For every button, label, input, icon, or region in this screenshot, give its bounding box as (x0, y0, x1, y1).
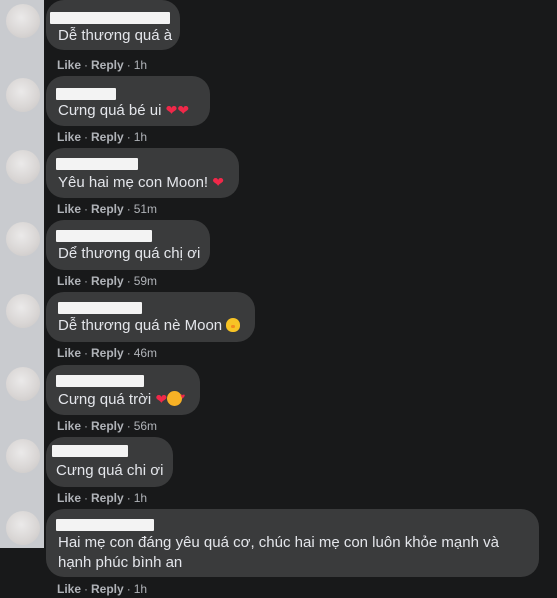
avatar[interactable] (6, 511, 40, 545)
avatar[interactable] (6, 4, 40, 38)
avatar[interactable] (6, 78, 40, 112)
reply-button[interactable]: Reply (91, 419, 124, 433)
comment-bubble: Dễ thương quá nè Moon (46, 292, 255, 342)
comment-text: Yêu hai mẹ con Moon! ❤ (58, 172, 224, 193)
comment-timestamp[interactable]: 51m (134, 202, 157, 216)
like-button[interactable]: Like (57, 202, 81, 216)
separator: · (84, 582, 89, 596)
separator: · (126, 346, 131, 360)
heart-emoji-icon: ❤❤ (165, 102, 190, 118)
separator: · (84, 130, 89, 144)
avatar[interactable] (6, 294, 40, 328)
comment-actions: Like · Reply · 1h (57, 130, 147, 144)
comment-text-line-2: hạnh phúc bình an (58, 554, 183, 571)
reply-button[interactable]: Reply (91, 346, 124, 360)
comment-timestamp[interactable]: 1h (134, 582, 147, 596)
like-button[interactable]: Like (57, 346, 81, 360)
redacted-author-name[interactable] (58, 302, 142, 314)
comment-bubble: Hai mẹ con đáng yêu quá cơ, chúc hai mẹ … (46, 509, 539, 577)
comment-timestamp[interactable]: 1h (134, 58, 147, 72)
separator: · (84, 202, 89, 216)
like-button[interactable]: Like (57, 274, 81, 288)
separator: · (84, 491, 89, 505)
comment-timestamp[interactable]: 56m (134, 419, 157, 433)
reply-button[interactable]: Reply (91, 202, 124, 216)
comment-text-content: Dễ thương quá nè Moon (58, 317, 223, 334)
separator: · (84, 58, 89, 72)
comment-text-line-1: Hai mẹ con đáng yêu quá cơ, chúc hai mẹ … (58, 534, 499, 551)
comment-actions: Like · Reply · 46m (57, 346, 157, 360)
redacted-author-name[interactable] (52, 445, 128, 457)
comment-text: Cưng quá bé ui ❤❤ (58, 100, 189, 121)
avatar[interactable] (6, 222, 40, 256)
comment-timestamp[interactable]: 59m (134, 274, 157, 288)
heart-emoji-icon: ❤ (155, 391, 168, 407)
comment-timestamp[interactable]: 1h (134, 491, 147, 505)
comment-actions: Like · Reply · 1h (57, 491, 147, 505)
comment-text: Dể thương quá chị ơi (58, 245, 201, 262)
reply-button[interactable]: Reply (91, 582, 124, 596)
comment-bubble: Dễ thương quá à (46, 0, 180, 50)
reply-button[interactable]: Reply (91, 130, 124, 144)
comment-actions: Like · Reply · 59m (57, 274, 157, 288)
separator: · (126, 58, 131, 72)
like-button[interactable]: Like (57, 491, 81, 505)
comment-text: Cưng quá chi ơi (56, 462, 164, 479)
comment-bubble: Cưng quá trời ❤ (46, 365, 200, 415)
comment-text-content: Cưng quá bé ui (58, 102, 162, 119)
redacted-author-name[interactable] (56, 375, 144, 387)
separator: · (126, 274, 131, 288)
redacted-author-name[interactable] (56, 230, 152, 242)
redacted-author-name[interactable] (56, 519, 154, 531)
redacted-author-name[interactable] (56, 158, 138, 170)
comment-timestamp[interactable]: 46m (134, 346, 157, 360)
comment-actions: Like · Reply · 51m (57, 202, 157, 216)
like-button[interactable]: Like (57, 58, 81, 72)
separator: · (84, 346, 89, 360)
redacted-author-name[interactable] (50, 12, 170, 24)
separator: · (84, 419, 89, 433)
comment-actions: Like · Reply · 56m (57, 419, 157, 433)
avatar[interactable] (6, 367, 40, 401)
chick-emoji-icon (226, 318, 241, 332)
separator: · (126, 491, 131, 505)
separator: · (126, 202, 131, 216)
like-button[interactable]: Like (57, 130, 81, 144)
comment-bubble: Dể thương quá chị ơi (46, 220, 210, 270)
comment-text: Dễ thương quá à (58, 27, 173, 44)
heart-emoji-icon: ❤ (212, 174, 224, 190)
reply-button[interactable]: Reply (91, 58, 124, 72)
comment-bubble: Cưng quá chi ơi (46, 437, 173, 487)
reply-button[interactable]: Reply (91, 491, 124, 505)
comment-actions: Like · Reply · 1h (57, 58, 147, 72)
kiss-emoji-icon (167, 387, 185, 407)
avatar[interactable] (6, 150, 40, 184)
avatar[interactable] (6, 439, 40, 473)
like-button[interactable]: Like (57, 582, 81, 596)
redacted-author-name[interactable] (56, 88, 116, 100)
comment-bubble: Cưng quá bé ui ❤❤ (46, 76, 210, 126)
comment-actions: Like · Reply · 1h (57, 582, 147, 596)
comment-text: Cưng quá trời ❤ (58, 387, 185, 410)
separator: · (126, 582, 131, 596)
separator: · (126, 130, 131, 144)
reply-button[interactable]: Reply (91, 274, 124, 288)
like-button[interactable]: Like (57, 419, 81, 433)
comment-text-content: Yêu hai mẹ con Moon! (58, 174, 209, 191)
comment-bubble: Yêu hai mẹ con Moon! ❤ (46, 148, 239, 198)
separator: · (126, 419, 131, 433)
comment-timestamp[interactable]: 1h (134, 130, 147, 144)
separator: · (84, 274, 89, 288)
comment-text-content: Cưng quá trời (58, 391, 152, 408)
comment-text: Dễ thương quá nè Moon (58, 316, 241, 336)
